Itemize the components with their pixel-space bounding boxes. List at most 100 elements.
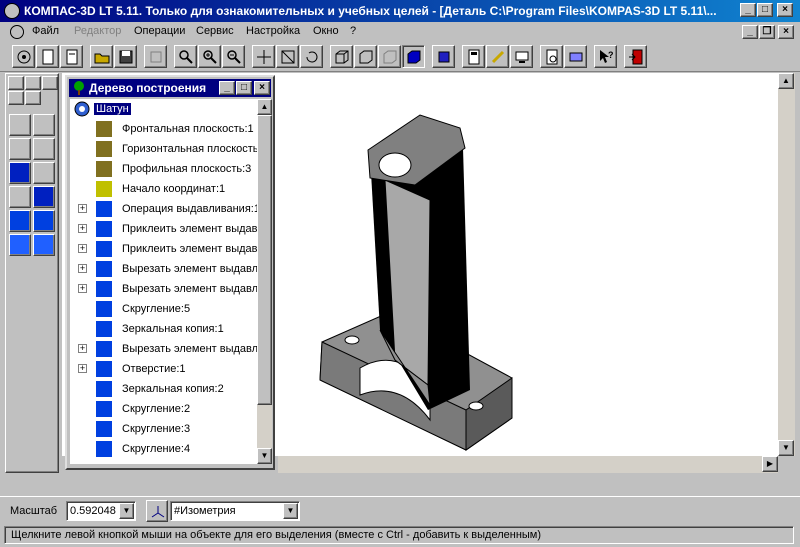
tool-extrude[interactable]	[9, 162, 31, 184]
menu-settings[interactable]: Настройка	[246, 25, 300, 37]
tree-item-label: Вырезать элемент выдавл	[122, 263, 257, 275]
expand-icon[interactable]: +	[78, 264, 87, 273]
tool-sketch-3[interactable]	[9, 138, 31, 160]
expand-icon[interactable]: +	[78, 224, 87, 233]
view-dropdown-icon[interactable]: ▼	[283, 503, 298, 519]
open-button[interactable]	[90, 45, 113, 68]
expand-icon[interactable]: +	[78, 204, 87, 213]
expand-icon[interactable]: +	[78, 284, 87, 293]
tool-cut[interactable]	[9, 210, 31, 232]
tree-scrollbar[interactable]: ▲ ▼	[257, 99, 272, 464]
calculator-button[interactable]	[462, 45, 485, 68]
tool-fillet[interactable]	[33, 210, 55, 232]
tree-item[interactable]: + Вырезать элемент выдавл	[70, 339, 257, 359]
tree-scroll-thumb[interactable]	[257, 115, 272, 405]
properties-button[interactable]	[144, 45, 167, 68]
tree-item[interactable]: Начало координат:1	[70, 179, 257, 199]
tool-array[interactable]	[33, 234, 55, 256]
maximize-button[interactable]: □	[757, 3, 773, 17]
expand-icon[interactable]: +	[78, 344, 87, 353]
tree-item[interactable]: + Приклеить элемент выдав	[70, 239, 257, 259]
thin-lines-button[interactable]	[378, 45, 401, 68]
scroll-down-button[interactable]: ▼	[778, 440, 794, 456]
zoom-in-button[interactable]	[198, 45, 221, 68]
menu-service[interactable]: Сервис	[196, 25, 234, 37]
menu-editor[interactable]: Редактор	[74, 25, 121, 37]
close-button[interactable]: ×	[777, 3, 793, 17]
menu-file[interactable]: Файл	[32, 25, 59, 37]
tool-kinematic[interactable]	[33, 186, 55, 208]
shaded-button[interactable]	[402, 45, 425, 68]
pan-button[interactable]	[252, 45, 275, 68]
scale-dropdown-icon[interactable]: ▼	[119, 503, 134, 519]
tree-scroll-down-button[interactable]: ▼	[257, 448, 272, 464]
save-button[interactable]	[114, 45, 137, 68]
viewport-horizontal-scrollbar[interactable]: ▶	[278, 456, 778, 473]
library-button[interactable]	[564, 45, 587, 68]
tree-maximize-button[interactable]: □	[236, 81, 252, 95]
rotate-button[interactable]	[300, 45, 323, 68]
panel-switch-5[interactable]	[25, 91, 41, 105]
tree-item[interactable]: Зеркальная копия:2	[70, 379, 257, 399]
app-icon[interactable]	[4, 3, 20, 19]
new-sheet-button[interactable]	[60, 45, 83, 68]
tree-close-button[interactable]: ×	[254, 81, 270, 95]
new-button[interactable]	[36, 45, 59, 68]
tree-item[interactable]: Скругление:5	[70, 299, 257, 319]
viewport-vertical-scrollbar[interactable]: ▲ ▼	[778, 73, 795, 456]
expand-icon[interactable]: +	[78, 364, 87, 373]
menu-operations[interactable]: Операции	[134, 25, 185, 37]
tool-mirror[interactable]	[9, 234, 31, 256]
tool-rotate-op[interactable]	[33, 162, 55, 184]
exit-button[interactable]	[624, 45, 647, 68]
panel-switch-4[interactable]	[8, 91, 24, 105]
tree-item[interactable]: Профильная плоскость:3	[70, 159, 257, 179]
tool-sketch-2[interactable]	[33, 114, 55, 136]
tree-item[interactable]: Фронтальная плоскость:1	[70, 119, 257, 139]
expand-icon[interactable]: +	[78, 244, 87, 253]
menu-help[interactable]: ?	[350, 25, 356, 37]
doc-close-button[interactable]: ×	[778, 25, 794, 39]
menu-window[interactable]: Окно	[313, 25, 339, 37]
minimize-button[interactable]: _	[740, 3, 756, 17]
tree-item[interactable]: + Операция выдавливания:1	[70, 199, 257, 219]
tree-item[interactable]: + Вырезать элемент выдавл	[70, 259, 257, 279]
context-help-button[interactable]: ?	[594, 45, 617, 68]
perspective-button[interactable]	[432, 45, 455, 68]
scroll-right-button[interactable]: ▶	[762, 456, 778, 472]
zoom-window-button[interactable]	[174, 45, 197, 68]
tree-item[interactable]: + Отверстие:1	[70, 359, 257, 379]
mass-properties-button[interactable]	[510, 45, 533, 68]
doc-restore-button[interactable]: ❐	[759, 25, 775, 39]
print-preview-button[interactable]	[540, 45, 563, 68]
measure-button[interactable]	[486, 45, 509, 68]
tree-item[interactable]: + Вырезать элемент выдавл	[70, 279, 257, 299]
tree-item[interactable]: + Приклеить элемент выдав	[70, 219, 257, 239]
tool-sketch-4[interactable]	[33, 138, 55, 160]
panel-switch-3[interactable]	[42, 76, 58, 90]
tree-item[interactable]: Горизонтальная плоскость	[70, 139, 257, 159]
fit-all-button[interactable]	[276, 45, 299, 68]
tree-item[interactable]: Скругление:2	[70, 399, 257, 419]
tree-item[interactable]: Скругление:4	[70, 439, 257, 459]
tool-sketch-1[interactable]	[9, 114, 31, 136]
tree-scroll-up-button[interactable]: ▲	[257, 99, 272, 115]
view-select[interactable]: #Изометрия ▼	[170, 501, 300, 521]
tree-root[interactable]: Шатун	[70, 99, 257, 119]
tree-item[interactable]: Зеркальная копия:1	[70, 319, 257, 339]
tool-loft[interactable]	[9, 186, 31, 208]
doc-minimize-button[interactable]: _	[742, 25, 758, 39]
tree-toggle-button[interactable]	[12, 45, 35, 68]
scroll-up-button[interactable]: ▲	[778, 73, 794, 89]
zoom-out-button[interactable]	[222, 45, 245, 68]
tree-list[interactable]: Шатун Фронтальная плоскость:1 Горизонталь…	[70, 99, 257, 464]
hidden-lines-button[interactable]	[354, 45, 377, 68]
panel-switch-1[interactable]	[8, 76, 24, 90]
doc-icon[interactable]	[10, 25, 24, 39]
panel-switch-2[interactable]	[25, 76, 41, 90]
tree-item[interactable]: Скругление:3	[70, 419, 257, 439]
wireframe-button[interactable]	[330, 45, 353, 68]
tree-minimize-button[interactable]: _	[219, 81, 235, 95]
scale-select[interactable]: 0.592048 ▼	[66, 501, 136, 521]
orientation-button[interactable]	[146, 500, 168, 522]
